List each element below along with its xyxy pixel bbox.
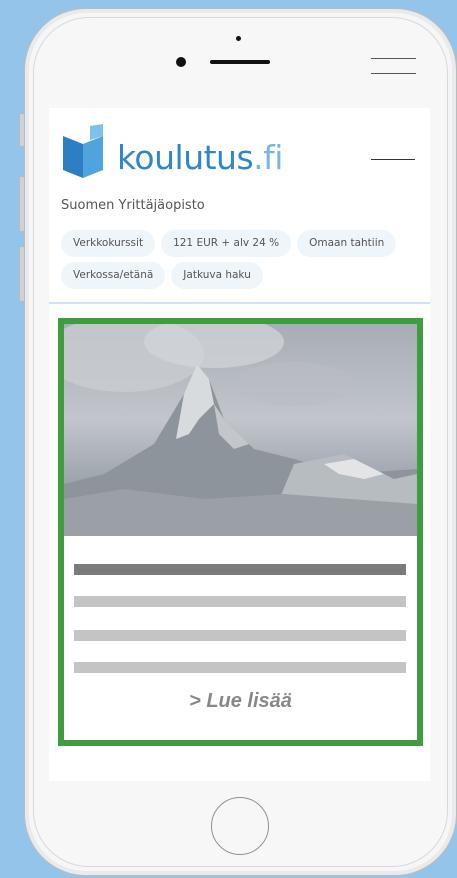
phone-camera-icon xyxy=(176,57,186,67)
brand-name-main: koulutus xyxy=(117,138,254,177)
read-more-link[interactable]: > Lue lisää xyxy=(64,690,417,713)
tag-chip[interactable]: Omaan tahtiin xyxy=(297,230,397,257)
brand-name-suffix: .fi xyxy=(253,138,283,177)
phone-sensor xyxy=(236,36,241,41)
phone-screen: koulutus.fi Suomen Yrittäjäopisto Verkko… xyxy=(49,108,430,781)
mountain-landscape-image xyxy=(64,324,417,536)
brand-name: koulutus.fi xyxy=(117,138,283,178)
course-card[interactable]: > Lue lisää xyxy=(58,318,423,746)
phone-speaker xyxy=(210,60,270,64)
header-divider-line xyxy=(371,159,415,160)
brand-logo[interactable]: koulutus.fi xyxy=(63,124,323,184)
tag-chip[interactable]: Verkkokurssit xyxy=(61,230,156,257)
course-provider: Suomen Yrittäjäopisto xyxy=(61,198,205,213)
book-flag-icon xyxy=(63,124,103,178)
section-divider xyxy=(49,302,430,304)
tag-chip[interactable]: Verkossa/etänä xyxy=(61,262,166,289)
home-button-icon[interactable] xyxy=(211,797,269,855)
mountain-illustration xyxy=(64,324,417,536)
text-placeholder-line xyxy=(74,630,406,641)
tag-chip[interactable]: Jatkuva haku xyxy=(171,262,263,289)
course-tags: Verkkokurssit 121 EUR + alv 24 % Omaan tah… xyxy=(61,230,421,294)
hamburger-menu-icon[interactable] xyxy=(371,58,416,76)
text-placeholder-line xyxy=(74,662,406,673)
text-placeholder-line xyxy=(74,596,406,607)
text-placeholder-title xyxy=(74,564,406,575)
tag-chip[interactable]: 121 EUR + alv 24 % xyxy=(161,230,292,257)
